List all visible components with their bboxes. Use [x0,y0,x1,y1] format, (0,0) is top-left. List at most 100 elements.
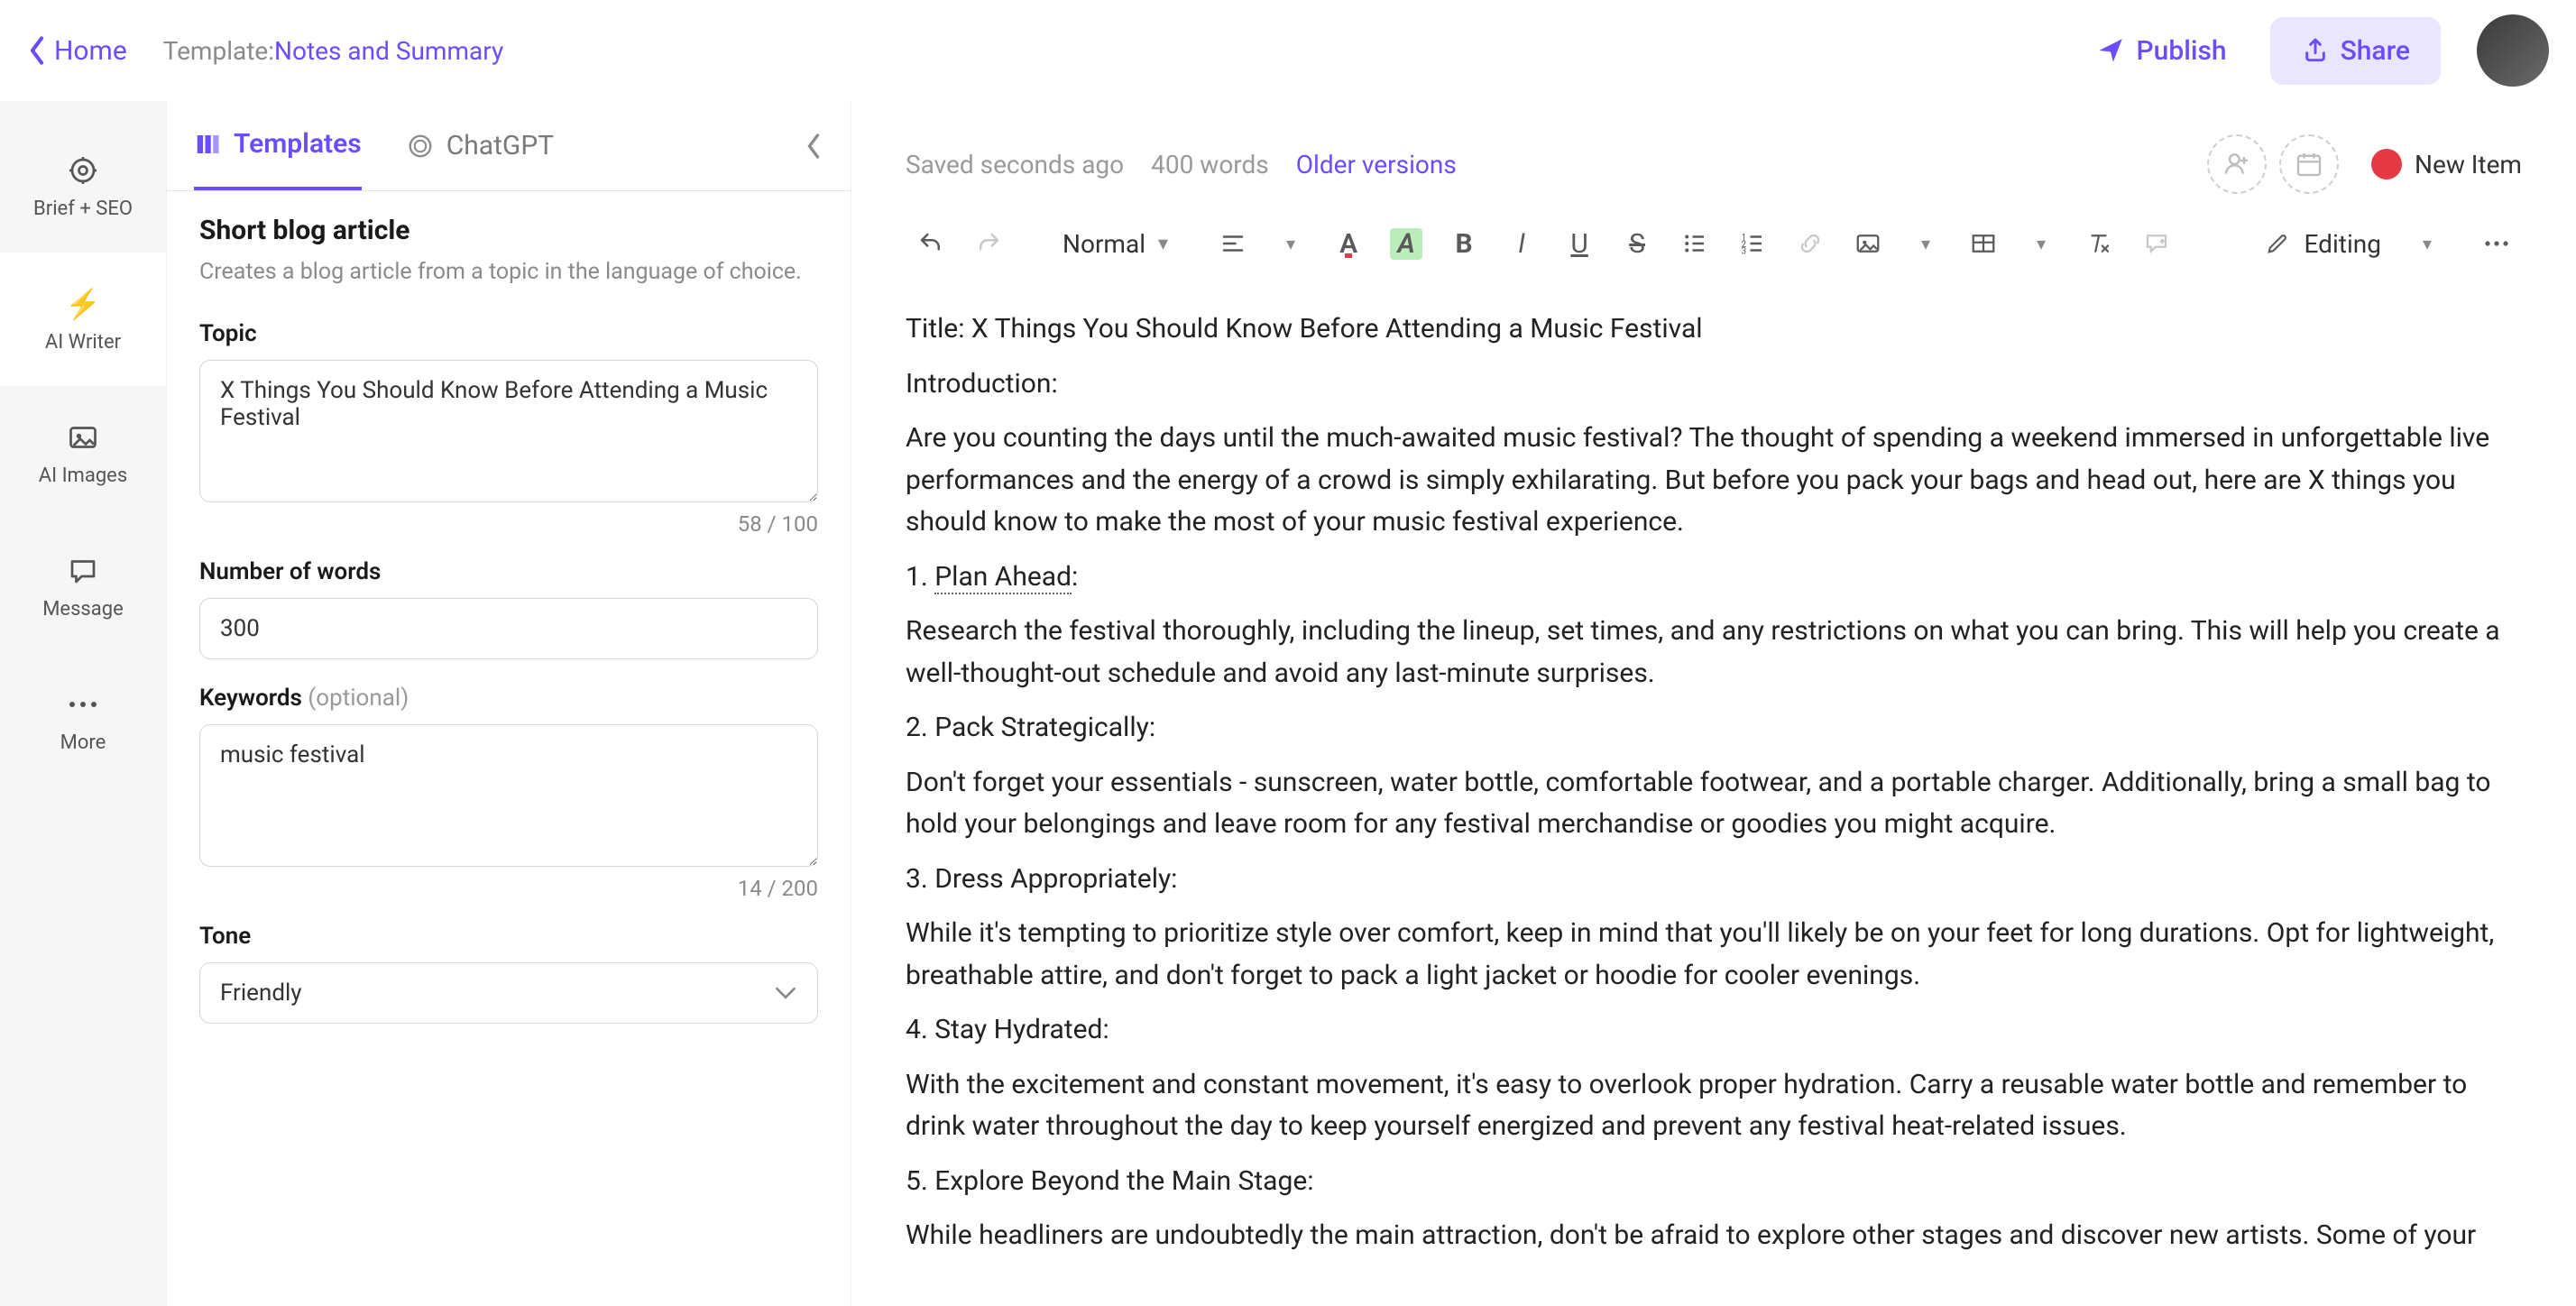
chat-icon [65,553,101,589]
add-collaborator-button[interactable] [2207,134,2267,194]
chatgpt-icon [407,133,434,160]
saved-status: Saved seconds ago [906,150,1124,179]
tab-chatgpt[interactable]: ChatGPT [407,101,554,190]
text-color-button[interactable]: A [1323,218,1374,269]
underline-icon: U [1570,228,1587,260]
redo-button[interactable] [963,218,1014,269]
clear-format-icon [2085,230,2112,257]
rail-label: Brief + SEO [33,198,133,220]
doc-sec1-para: Research the festival thoroughly, includ… [906,611,2522,694]
chevron-down-icon: ▾ [2037,233,2046,254]
image-icon [65,419,101,455]
rail-ai-images[interactable]: AI Images [0,386,166,520]
bolt-icon: ⚡ [65,286,101,322]
rail-brief-seo[interactable]: Brief + SEO [0,119,166,253]
tab-label: Templates [234,128,362,160]
schedule-button[interactable] [2279,134,2339,194]
bullet-list-button[interactable] [1670,218,1720,269]
editor-area: Saved seconds ago 400 words Older versio… [851,101,2576,1306]
editing-label: Editing [2305,229,2381,259]
upload-icon [2301,36,2330,65]
share-button[interactable]: Share [2270,17,2441,85]
keywords-label: Keywords (optional) [199,685,818,712]
topic-label: Topic [199,320,818,347]
chevron-down-icon: ▾ [1921,233,1930,254]
tone-label: Tone [199,923,818,950]
doc-title-line: Title: X Things You Should Know Before A… [906,308,2522,351]
keywords-counter: 14 / 200 [199,876,818,901]
image-icon [1854,230,1881,257]
undo-button[interactable] [906,218,956,269]
document-body[interactable]: Title: X Things You Should Know Before A… [851,287,2576,1306]
svg-text:3: 3 [1742,246,1747,256]
chevron-left-icon [27,35,47,66]
image-caret[interactable]: ▾ [1900,218,1951,269]
table-button[interactable] [1958,218,2009,269]
new-item-indicator[interactable]: New Item [2371,149,2522,179]
chevron-down-icon: ▾ [2423,233,2432,254]
tone-select[interactable]: Friendly [199,962,818,1024]
older-versions-link[interactable]: Older versions [1296,150,1457,179]
rail-ai-writer[interactable]: ⚡ AI Writer [0,253,166,386]
comment-icon [2143,230,2170,257]
clear-format-button[interactable] [2074,218,2124,269]
keywords-label-text: Keywords [199,685,302,712]
send-icon [2095,35,2126,66]
bold-button[interactable]: B [1439,218,1489,269]
rail-message[interactable]: Message [0,520,166,653]
publish-button[interactable]: Publish [2070,21,2252,81]
doc-sec1-heading: 1. Plan Ahead: [906,556,2522,599]
calendar-icon [2295,150,2323,179]
chevron-down-icon: ▾ [1286,233,1295,254]
left-rail: Brief + SEO ⚡ AI Writer AI Images Messag… [0,101,166,1306]
template-label: Template: [163,36,274,66]
strike-button[interactable]: S [1612,218,1662,269]
rail-more[interactable]: More [0,653,166,786]
tab-templates[interactable]: Templates [194,101,362,190]
rail-label: More [60,731,106,754]
chevron-down-icon: ▾ [1158,233,1168,255]
numbered-list-button[interactable]: 123 [1727,218,1778,269]
topic-counter: 58 / 100 [199,511,818,537]
link-icon [1797,230,1824,257]
target-icon [65,152,101,189]
more-toolbar-button[interactable] [2471,218,2522,269]
style-label: Normal [1063,229,1145,259]
align-button[interactable] [1208,218,1258,269]
topic-input[interactable] [199,360,818,502]
highlight-icon: A [1390,228,1421,260]
editing-mode-select[interactable]: Editing ▾ [2250,220,2446,268]
underline-button[interactable]: U [1554,218,1605,269]
bullet-list-icon [1681,230,1708,257]
status-dot [2371,149,2402,179]
dots-icon [65,686,101,722]
words-input[interactable] [199,598,818,659]
avatar[interactable] [2477,14,2549,87]
panel-description: Creates a blog article from a topic in t… [199,255,818,290]
doc-sec4-para: With the excitement and constant movemen… [906,1064,2522,1148]
doc-sec2-para: Don't forget your essentials - sunscreen… [906,762,2522,846]
italic-button[interactable]: I [1496,218,1547,269]
italic-icon: I [1518,228,1525,260]
table-caret[interactable]: ▾ [2016,218,2066,269]
collapse-panel-button[interactable] [804,133,823,160]
keywords-input[interactable] [199,724,818,867]
pencil-icon [2265,231,2290,256]
home-link[interactable]: Home [27,35,127,67]
template-name-link[interactable]: Notes and Summary [274,36,503,66]
sidebar-panel: Templates ChatGPT Short blog article Cre… [166,101,851,1306]
comment-button[interactable] [2131,218,2182,269]
publish-label: Publish [2137,35,2227,67]
text-color-icon: A [1339,228,1357,260]
highlight-button[interactable]: A [1381,218,1431,269]
bold-icon: B [1456,228,1473,260]
link-button[interactable] [1785,218,1835,269]
redo-icon [975,230,1002,257]
undo-icon [917,230,944,257]
dots-icon [2483,240,2510,247]
image-insert-button[interactable] [1843,218,1893,269]
align-caret[interactable]: ▾ [1265,218,1316,269]
doc-intro-heading: Introduction: [906,363,2522,406]
doc-sec2-heading: 2. Pack Strategically: [906,707,2522,750]
paragraph-style-select[interactable]: Normal ▾ [1046,229,1184,259]
